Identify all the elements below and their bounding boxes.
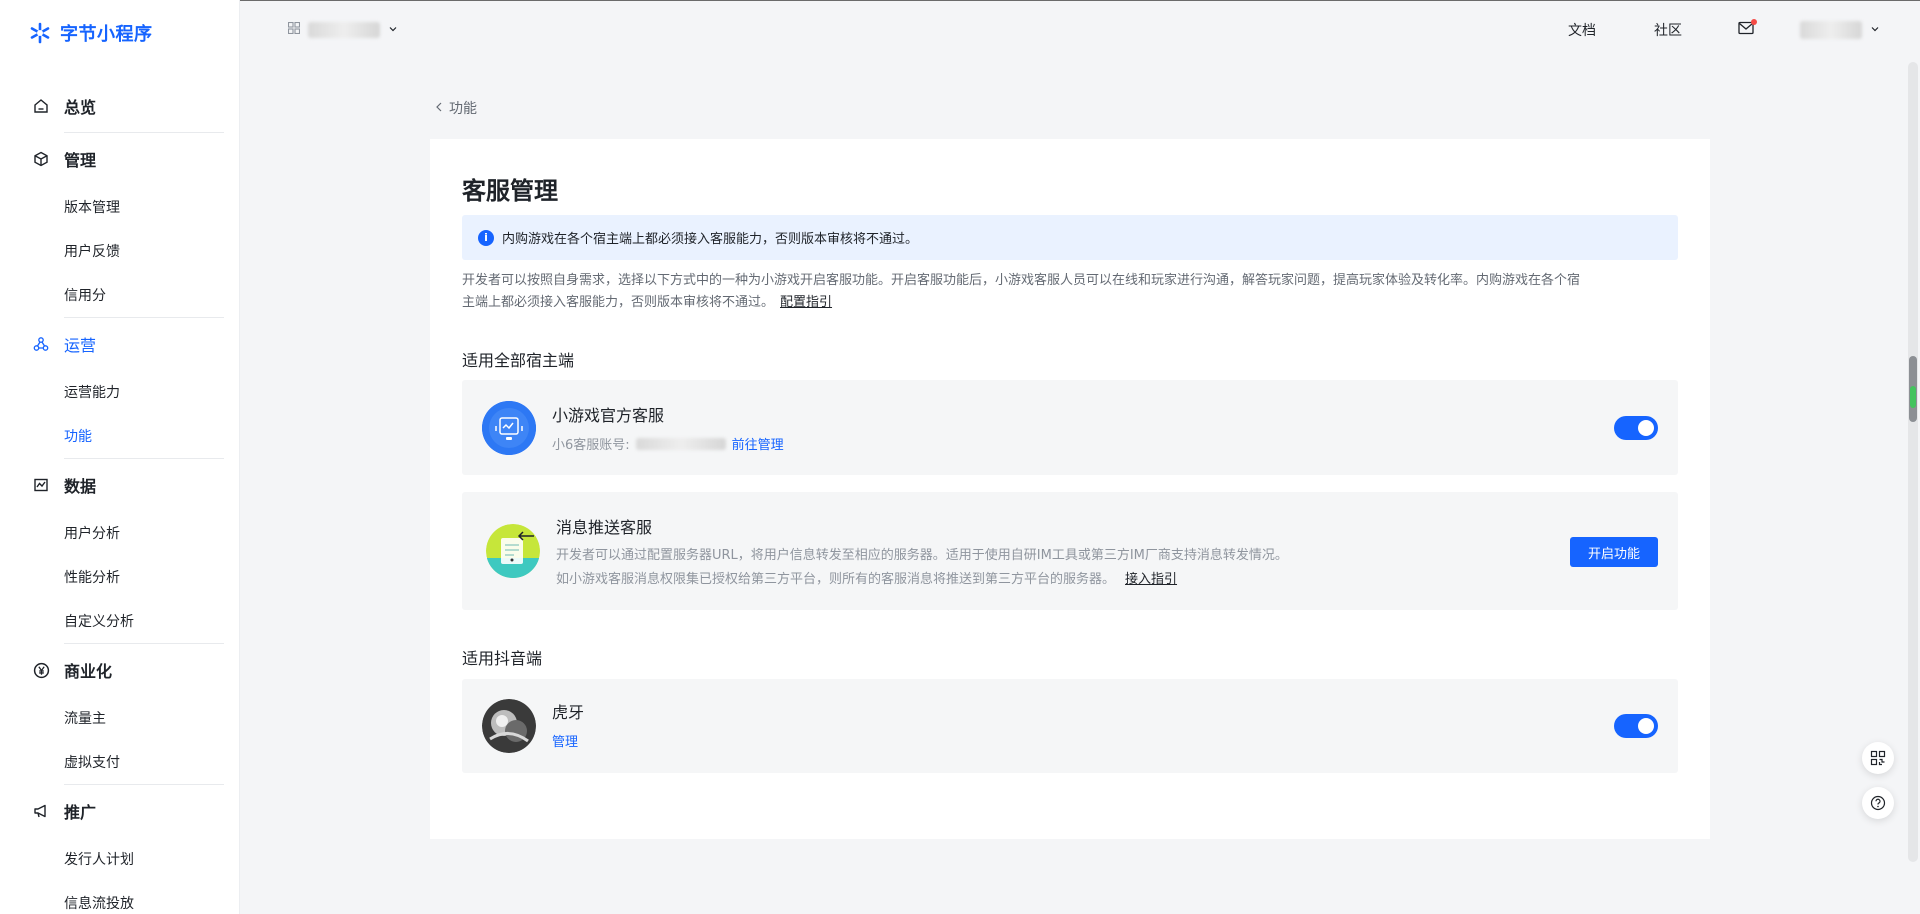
sidebar-group-label: 数据: [64, 477, 97, 496]
sidebar-item-performance[interactable]: 性能分析: [0, 555, 240, 599]
official-service-avatar: [482, 401, 536, 455]
topbar: 文档 社区: [240, 0, 1920, 66]
chevron-down-icon: [388, 22, 398, 38]
app-name-redacted: [308, 22, 380, 38]
brand-logo[interactable]: 字节小程序: [28, 20, 153, 46]
page-title: 客服管理: [462, 177, 558, 205]
community-link[interactable]: 社区: [1654, 20, 1682, 40]
user-menu[interactable]: [1800, 21, 1880, 39]
sidebar-group-monetization[interactable]: 商业化: [0, 644, 240, 696]
sidebar-item-user-analysis[interactable]: 用户分析: [0, 511, 240, 555]
config-guide-link[interactable]: 配置指引: [780, 295, 832, 310]
sidebar-group-data[interactable]: 数据: [0, 459, 240, 511]
description-line-2-text: 主端上都必须接入客服能力，否则版本审核将不通过。: [462, 295, 775, 310]
topbar-right: 文档 社区: [1510, 19, 1880, 40]
sidebar-item-version[interactable]: 版本管理: [0, 185, 240, 229]
service-account-row: 小6客服账号: 前往管理: [552, 434, 784, 453]
huya-manage-link[interactable]: 管理: [552, 731, 578, 750]
yen-icon: [32, 661, 50, 679]
network-icon: [32, 335, 50, 353]
app-switcher[interactable]: [287, 21, 398, 38]
page-description: 开发者可以按照自身需求，选择以下方式中的一种为小游戏开启客服功能。开启客服功能后…: [462, 270, 1682, 314]
scrollbar-indicator: [1910, 386, 1916, 408]
username-redacted: [1800, 21, 1862, 39]
bytedance-logo-icon: [28, 21, 52, 45]
page-scrollbar[interactable]: [1908, 62, 1918, 862]
push-service-avatar: [486, 524, 540, 578]
brand-name: 字节小程序: [60, 24, 153, 45]
sidebar-nav: 总览 管理 版本管理 用户反馈 信用分 运营 运营能力 功能 数据 用户分析 性…: [0, 80, 240, 914]
notice-banner: i 内购游戏在各个宿主端上都必须接入客服能力，否则版本审核将不通过。: [462, 215, 1678, 260]
service-name: 虎牙: [552, 703, 585, 722]
service-message-push: 消息推送客服 开发者可以通过配置服务器URL，将用户信息转发至相应的服务器。适用…: [462, 492, 1678, 610]
sidebar-item-custom-analysis[interactable]: 自定义分析: [0, 599, 240, 643]
service-name: 消息推送客服: [556, 518, 653, 537]
cube-icon: [32, 150, 50, 168]
go-manage-link[interactable]: 前往管理: [732, 434, 784, 453]
breadcrumb-back[interactable]: 功能: [435, 98, 477, 118]
home-icon: [32, 97, 50, 115]
sidebar-item-feed-ads[interactable]: 信息流投放: [0, 881, 240, 914]
description-line-2: 主端上都必须接入客服能力，否则版本审核将不通过。 配置指引: [462, 292, 1682, 314]
sidebar-item-virtual-pay[interactable]: 虚拟支付: [0, 740, 240, 784]
sidebar-item-publisher-plan[interactable]: 发行人计划: [0, 837, 240, 881]
push-desc-line-2-text: 如小游戏客服消息权限集已授权给第三方平台，则所有的客服消息将推送到第三方平台的服…: [556, 572, 1116, 587]
section-title-douyin: 适用抖音端: [462, 649, 543, 668]
service-huya: 虎牙 管理: [462, 679, 1678, 773]
account-label: 小6客服账号:: [552, 438, 630, 453]
notice-text: 内购游戏在各个宿主端上都必须接入客服能力，否则版本审核将不通过。: [502, 232, 919, 247]
service-official: 小游戏官方客服 小6客服账号: 前往管理: [462, 380, 1678, 475]
push-desc-line-1: 开发者可以通过配置服务器URL，将用户信息转发至相应的服务器。适用于使用自研IM…: [556, 548, 1288, 563]
huya-manage-row: 管理: [552, 731, 578, 750]
docs-link[interactable]: 文档: [1568, 20, 1596, 40]
chevron-down-icon: [1870, 22, 1880, 38]
push-desc-line-2: 如小游戏客服消息权限集已授权给第三方平台，则所有的客服消息将推送到第三方平台的服…: [556, 568, 1177, 587]
huya-avatar: [482, 699, 536, 753]
mail-icon[interactable]: [1738, 19, 1757, 39]
sidebar-group-manage[interactable]: 管理: [0, 133, 240, 185]
sidebar-group-operation[interactable]: 运营: [0, 318, 240, 370]
sidebar-group-label: 运营: [64, 336, 97, 355]
sidebar-group-label: 推广: [64, 803, 97, 822]
official-service-toggle[interactable]: [1614, 416, 1658, 440]
megaphone-icon: [32, 802, 50, 820]
sidebar-item-operation-ability[interactable]: 运营能力: [0, 370, 240, 414]
info-icon: i: [478, 229, 494, 246]
access-guide-link[interactable]: 接入指引: [1125, 568, 1177, 587]
qrcode-icon[interactable]: [1862, 742, 1894, 774]
sidebar: 字节小程序 总览 管理 版本管理 用户反馈 信用分 运营 运营能力 功能 数据 …: [0, 0, 240, 914]
breadcrumb-label: 功能: [449, 101, 477, 117]
description-line-1: 开发者可以按照自身需求，选择以下方式中的一种为小游戏开启客服功能。开启客服功能后…: [462, 273, 1581, 288]
section-title-all-hosts: 适用全部宿主端: [462, 351, 575, 370]
service-name: 小游戏官方客服: [552, 406, 665, 425]
customer-service-card: 客服管理 i 内购游戏在各个宿主端上都必须接入客服能力，否则版本审核将不通过。 …: [430, 139, 1710, 839]
sidebar-item-traffic[interactable]: 流量主: [0, 696, 240, 740]
huya-toggle[interactable]: [1614, 714, 1658, 738]
sidebar-group-promotion[interactable]: 推广: [0, 785, 240, 837]
sidebar-item-feedback[interactable]: 用户反馈: [0, 229, 240, 273]
sidebar-group-label: 商业化: [64, 662, 113, 681]
chart-icon: [32, 476, 50, 494]
enable-feature-button[interactable]: 开启功能: [1570, 537, 1658, 567]
sidebar-group-label: 管理: [64, 151, 97, 170]
grid-icon: [287, 21, 301, 38]
chevron-left-icon: [435, 100, 443, 116]
unread-dot: [1751, 19, 1757, 25]
sidebar-item-credit[interactable]: 信用分: [0, 273, 240, 317]
sidebar-group-overview[interactable]: 总览: [0, 80, 240, 132]
account-id-redacted: [635, 437, 726, 450]
help-icon[interactable]: [1862, 787, 1894, 819]
sidebar-item-features[interactable]: 功能: [0, 414, 240, 458]
sidebar-group-label: 总览: [64, 98, 97, 117]
scrollbar-thumb[interactable]: [1909, 356, 1917, 422]
